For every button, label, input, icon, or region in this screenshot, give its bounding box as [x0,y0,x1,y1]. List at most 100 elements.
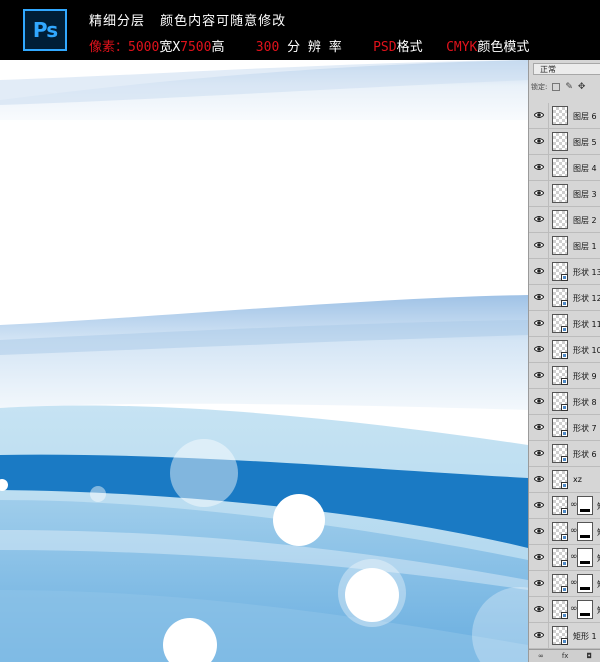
layer-row[interactable]: 图层 4 [529,155,600,181]
layer-row[interactable]: ∞矩 [529,571,600,597]
eye-visibility-icon[interactable] [534,579,544,587]
shape-layer-icon [561,508,568,515]
layer-thumbnail[interactable] [552,574,568,593]
eye-visibility-icon[interactable] [534,423,544,431]
layer-mask-thumbnail[interactable] [577,496,593,515]
shape-layer-icon [561,326,568,333]
banner-headline: 精细分层 颜色内容可随意修改 [89,10,296,29]
blend-mode-select[interactable]: 正常 [533,63,600,75]
layer-thumbnail[interactable] [552,548,568,567]
layer-row[interactable]: 形状 10 [529,337,600,363]
layer-row[interactable]: xz [529,467,600,493]
layer-thumbnail[interactable] [552,496,568,515]
eye-visibility-icon[interactable] [534,345,544,353]
layer-thumbnail[interactable] [552,392,568,411]
eye-visibility-icon[interactable] [534,501,544,509]
layer-row[interactable]: 形状 8 [529,389,600,415]
layer-row[interactable]: 图层 3 [529,181,600,207]
layer-thumbnail[interactable] [552,366,568,385]
row-separator [548,545,549,571]
row-separator [548,597,549,623]
layer-row[interactable]: 形状 7 [529,415,600,441]
layer-row[interactable]: ∞矩 [529,519,600,545]
eye-visibility-icon[interactable] [534,475,544,483]
layer-thumbnail[interactable] [552,626,568,645]
eye-visibility-icon[interactable] [534,241,544,249]
layer-name: 形状 10 [573,346,600,355]
eye-visibility-icon[interactable] [534,371,544,379]
layer-row[interactable]: 图层 6 [529,103,600,129]
eye-visibility-icon[interactable] [534,293,544,301]
lock-move-icon[interactable]: ✥ [578,82,586,92]
layer-mask-thumbnail[interactable] [577,548,593,567]
layer-thumbnail[interactable] [552,210,568,229]
layer-name: 图层 6 [573,112,597,121]
layer-mask-thumbnail[interactable] [577,600,593,619]
layer-thumbnail[interactable] [552,262,568,281]
row-separator [548,467,549,493]
eye-visibility-icon[interactable] [534,137,544,145]
format-value: PSD [373,40,397,55]
eye-visibility-icon[interactable] [534,553,544,561]
layer-thumbnail[interactable] [552,236,568,255]
eye-visibility-icon[interactable] [534,631,544,639]
layer-row[interactable]: 形状 12 [529,285,600,311]
layer-row[interactable]: ∞矩 [529,597,600,623]
layer-row[interactable]: ∞矩 [529,493,600,519]
eye-visibility-icon[interactable] [534,527,544,535]
eye-visibility-icon[interactable] [534,319,544,327]
lock-label: 锁定: [531,83,548,91]
layer-name: 形状 11 [573,320,600,329]
layer-row[interactable]: 形状 9 [529,363,600,389]
row-separator [548,259,549,285]
layer-thumbnail[interactable] [552,288,568,307]
row-separator [548,415,549,441]
shape-layer-icon [561,482,568,489]
layer-thumbnail[interactable] [552,340,568,359]
layer-thumbnail[interactable] [552,106,568,125]
canvas-artwork [0,60,528,662]
link-layers-icon[interactable]: ∞ [538,652,544,660]
layer-thumbnail[interactable] [552,132,568,151]
eye-visibility-icon[interactable] [534,163,544,171]
layer-thumbnail[interactable] [552,522,568,541]
layer-thumbnail[interactable] [552,158,568,177]
layer-row[interactable]: 形状 13 [529,259,600,285]
layer-mask-thumbnail[interactable] [577,522,593,541]
layer-thumbnail[interactable] [552,418,568,437]
layer-name: 图层 5 [573,138,597,147]
layer-row[interactable]: 图层 5 [529,129,600,155]
shape-layer-icon [561,430,568,437]
pixels-unit: 高 [211,40,225,55]
layers-panel: 正常 锁定: ✎ ✥ 图层 6 图层 5 图层 4 图层 3 图层 2 图层 1 形状 13… [528,60,600,662]
document-canvas[interactable] [0,60,528,662]
eye-visibility-icon[interactable] [534,605,544,613]
layer-row[interactable]: 图层 1 [529,233,600,259]
lock-brush-icon[interactable]: ✎ [565,82,573,92]
eye-visibility-icon[interactable] [534,267,544,275]
shape-layer-icon [561,586,568,593]
layer-row[interactable]: 矩形 1 [529,623,600,649]
lock-transparency-icon[interactable] [552,83,561,91]
fx-icon[interactable]: fx [562,652,569,660]
layer-row[interactable]: ∞矩 [529,545,600,571]
row-separator [548,571,549,597]
eye-visibility-icon[interactable] [534,189,544,197]
layer-thumbnail[interactable] [552,470,568,489]
layer-row[interactable]: 形状 11 [529,311,600,337]
eye-visibility-icon[interactable] [534,215,544,223]
layer-thumbnail[interactable] [552,314,568,333]
layer-thumbnail[interactable] [552,600,568,619]
shape-layer-icon [561,534,568,541]
eye-visibility-icon[interactable] [534,449,544,457]
eye-visibility-icon[interactable] [534,111,544,119]
layer-row[interactable]: 图层 2 [529,207,600,233]
row-separator [548,311,549,337]
layer-mask-thumbnail[interactable] [577,574,593,593]
pixels-height: 7500 [180,40,212,55]
eye-visibility-icon[interactable] [534,397,544,405]
layer-thumbnail[interactable] [552,444,568,463]
add-mask-icon[interactable]: ◘ [586,652,592,660]
layer-thumbnail[interactable] [552,184,568,203]
layer-row[interactable]: 形状 6 [529,441,600,467]
